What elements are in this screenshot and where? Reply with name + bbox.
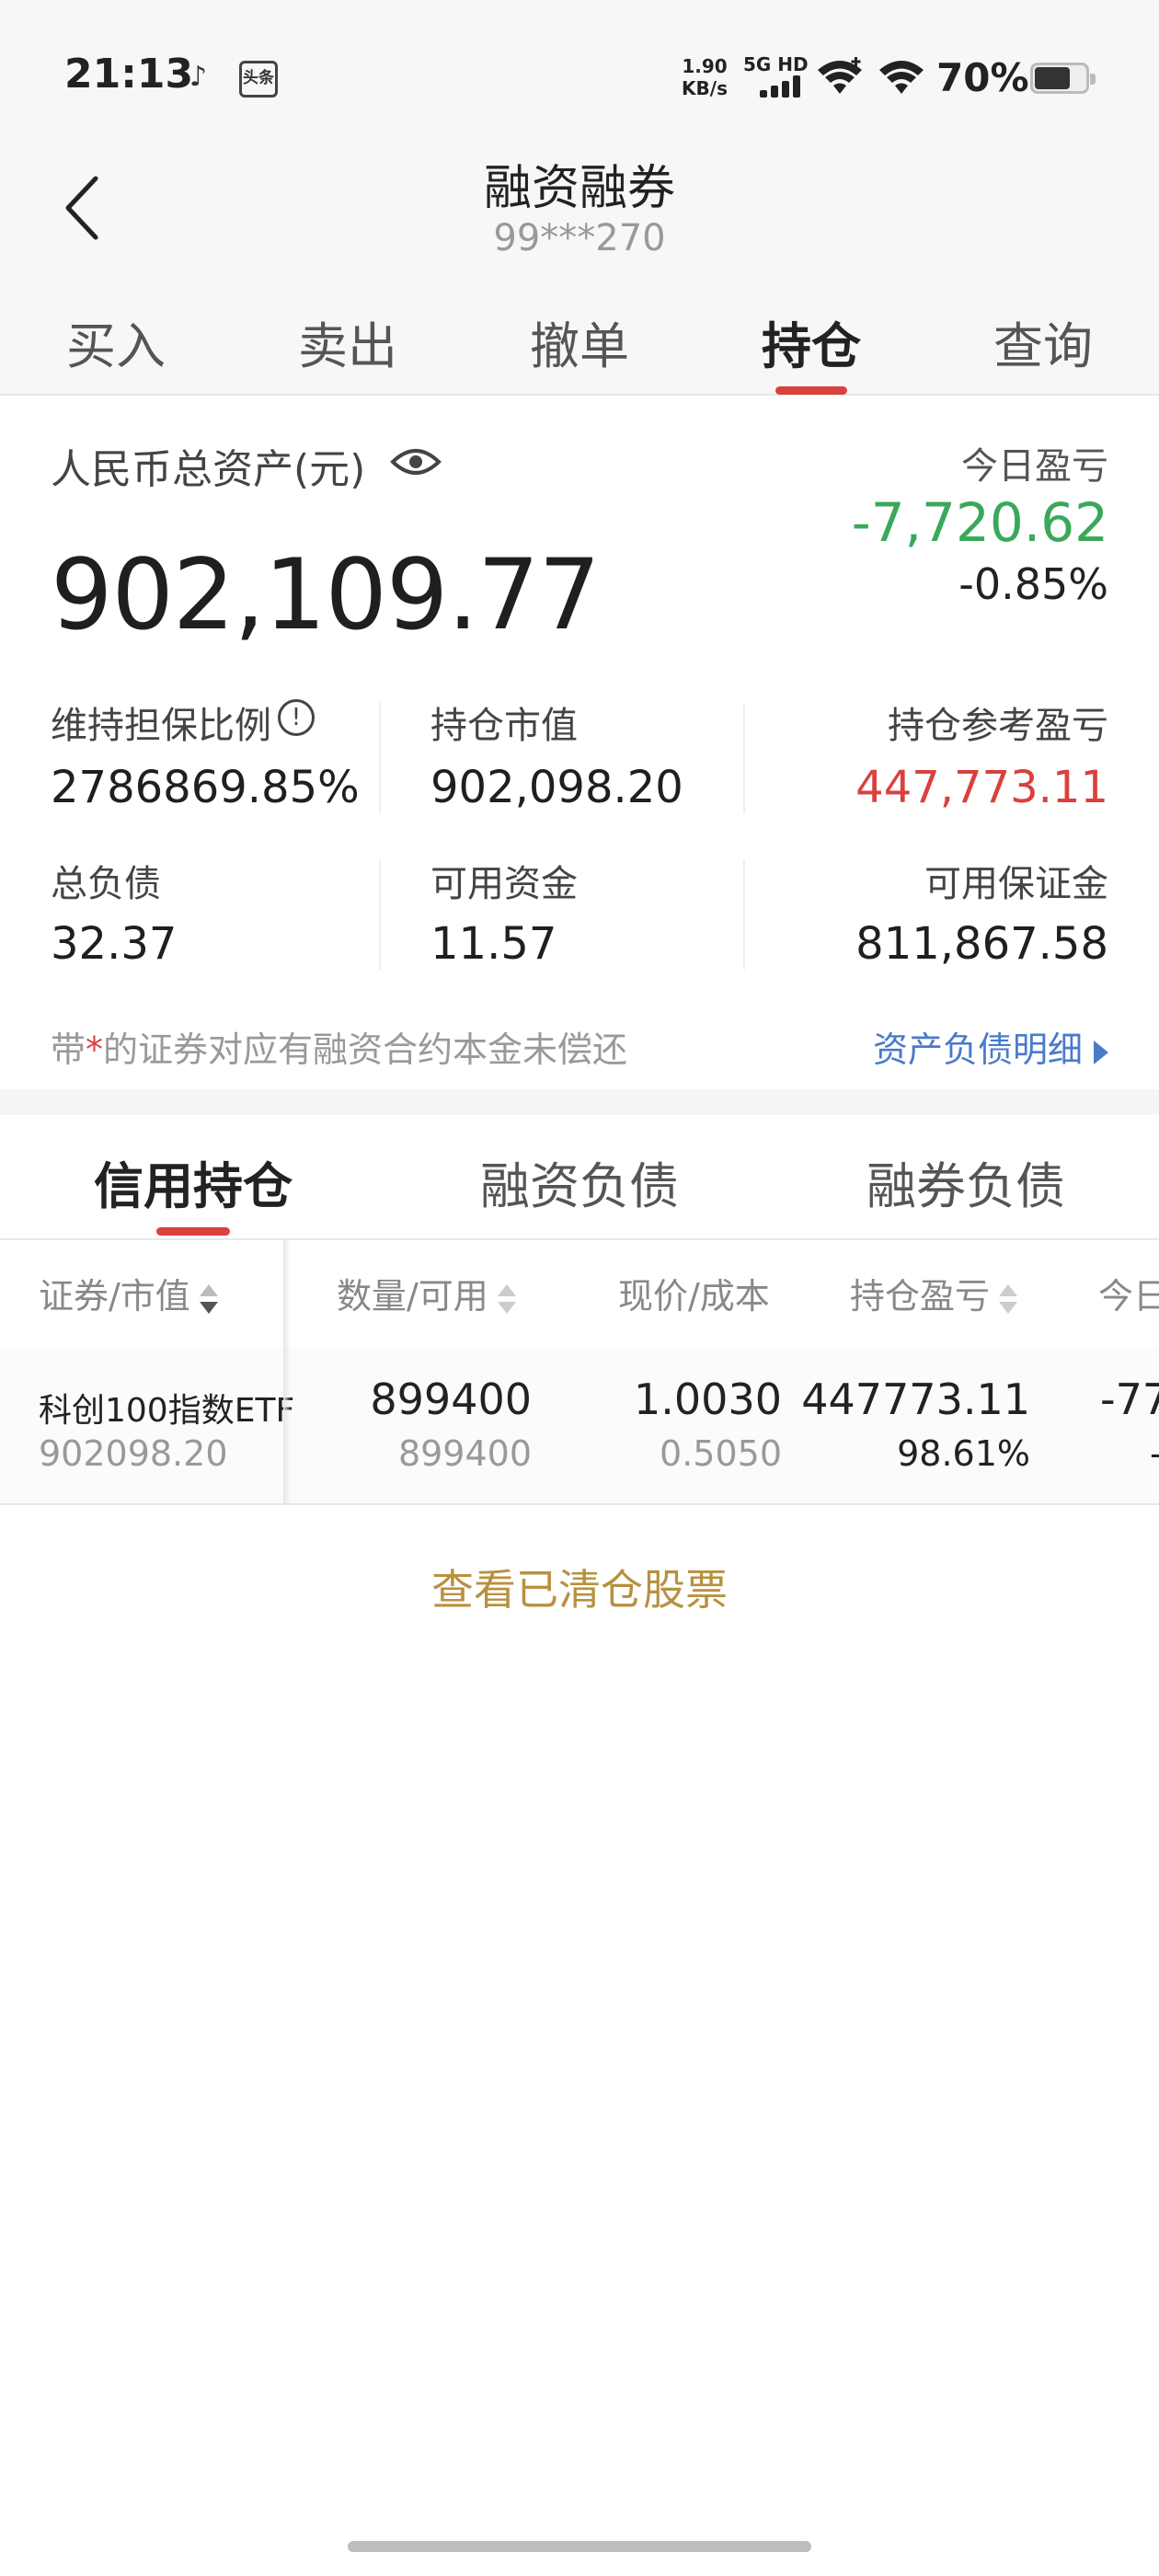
available-margin-label: 可用保证金 [924,863,1108,905]
network-speed-value: 1.90 [682,55,728,77]
today-pl-percent: -0.85% [958,559,1108,609]
total-debt-value: 32.37 [51,918,178,970]
divider [743,859,745,970]
column-header-quantity[interactable]: 数量/可用 [337,1268,516,1318]
sort-icon [999,1282,1018,1316]
network-speed-unit: KB/s [682,77,728,99]
page-title: 融资融券 [483,161,675,216]
security-name: 科创100指数ETF [39,1392,295,1430]
total-assets-label: 人民币总资产(元) [51,446,366,493]
available-margin-value: 811,867.58 [855,918,1108,970]
cost-price: 0.5050 [660,1433,782,1474]
maintenance-ratio-value: 2786869.85% [51,762,360,813]
account-number: 99***270 [493,217,666,259]
battery-fill [1035,67,1070,89]
triangle-right-icon [1094,1040,1108,1064]
note-prefix: 带 [51,1029,86,1070]
tab-positions[interactable]: 持仓 [719,305,903,378]
today-pl-percent-partial: - [1150,1433,1159,1474]
today-pl-value: -7,720.62 [851,491,1108,554]
nav-header: 融资融券 99***270 [0,138,1159,276]
table-row[interactable]: 科创100指数ETF 902098.20 899400 899400 1.003… [0,1347,1159,1505]
market-value-value: 902,098.20 [430,762,683,813]
tab-financing-debt[interactable]: 融资负债 [442,1145,717,1218]
sort-icon [497,1282,516,1316]
wifi-icon [879,61,924,94]
status-time: 21:13 [64,51,194,98]
available-cash-value: 11.57 [430,918,557,970]
note-star: * [86,1029,104,1070]
column-header-label: 证券/市值 [39,1276,190,1317]
status-bar: 21:13 ♪ 头条 1.90 KB/s 5G HD 70% [0,0,1159,138]
asset-liability-detail-link[interactable]: 资产负债明细 [873,1021,1108,1072]
quantity: 899400 [370,1374,532,1424]
tab-cancel-order[interactable]: 撤单 [488,305,671,378]
music-note-icon: ♪ [189,61,208,93]
maintenance-ratio-label: 维持担保比例 [51,705,271,747]
sort-icon [199,1282,218,1316]
view-cleared-stocks-link[interactable]: 查看已清仓股票 [0,1557,1159,1617]
wifi-plus-icon [818,57,862,94]
table-header: 证券/市值 数量/可用 现价/成本 持仓盈亏 今日 [0,1240,1159,1347]
divider [379,859,381,970]
eye-icon[interactable] [390,443,442,480]
unpaid-financing-note: 带*的证券对应有融资合约本金未偿还 [51,1021,627,1072]
tab-securities-lending-debt[interactable]: 融券负债 [828,1145,1104,1218]
column-header-label: 持仓盈亏 [850,1276,991,1317]
current-price: 1.0030 [634,1374,782,1424]
available-cash-label: 可用资金 [430,863,578,905]
tab-query[interactable]: 查询 [951,305,1135,378]
frozen-column-shadow [283,1240,291,1505]
active-subtab-indicator [156,1227,230,1236]
tab-sell[interactable]: 卖出 [256,305,440,378]
column-header-today: 今日 [1098,1276,1159,1317]
security-market-value: 902098.20 [39,1433,228,1474]
column-header-position-pl[interactable]: 持仓盈亏 [850,1268,1018,1318]
position-pl-value: 447,773.11 [855,762,1108,813]
column-header-label: 数量/可用 [337,1276,488,1317]
battery-percent: 70% [936,55,1029,100]
total-debt-label: 总负债 [51,863,161,905]
note-suffix: 的证券对应有融资合约本金未偿还 [103,1029,628,1070]
today-pl-label: 今日盈亏 [961,445,1108,488]
column-header-security[interactable]: 证券/市值 [39,1268,218,1318]
divider [743,703,745,813]
home-indicator[interactable] [348,2541,811,2552]
divider [379,703,381,813]
toutiao-app-icon: 头条 [239,61,278,98]
network-speed: 1.90 KB/s [677,55,732,99]
active-tab-indicator [775,386,847,395]
network-type: 5G HD [743,53,809,75]
battery-icon [1030,63,1096,94]
position-pl-label: 持仓参考盈亏 [888,705,1108,747]
total-assets-value: 902,109.77 [51,538,601,651]
today-pl-partial: -77 [1100,1374,1159,1424]
column-header-price: 现价/成本 [618,1276,770,1317]
market-value-label: 持仓市值 [430,705,578,747]
section-divider [0,1089,1159,1115]
cell-signal-icon [760,74,804,98]
info-icon[interactable]: ! [278,699,315,736]
trade-tabs: 买入 卖出 撤单 持仓 查询 [0,276,1159,396]
position-pl: 447773.11 [801,1374,1030,1424]
tab-buy[interactable]: 买入 [24,305,208,378]
position-pl-percent: 98.61% [897,1433,1030,1474]
tab-credit-positions[interactable]: 信用持仓 [55,1145,331,1218]
detail-link-label: 资产负债明细 [872,1029,1083,1070]
available-quantity: 899400 [397,1433,532,1474]
